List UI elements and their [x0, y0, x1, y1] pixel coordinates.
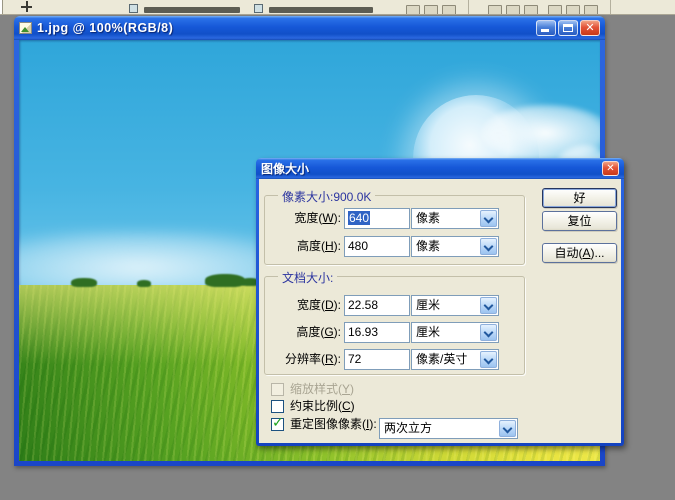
- resample-image-checkbox[interactable]: ✓: [271, 418, 284, 431]
- pixel-height-label: 高度(H):: [267, 236, 341, 257]
- pixel-width-input[interactable]: 640: [344, 208, 410, 229]
- pixel-height-row: 高度(H): 480 像素: [265, 236, 524, 257]
- tree-graphic: [137, 280, 151, 287]
- doc-width-row: 宽度(D): 22.58 厘米: [265, 295, 524, 316]
- scale-styles-option: ✓ 缩放样式(Y): [271, 382, 354, 398]
- pixel-height-input[interactable]: 480: [344, 236, 410, 257]
- tree-graphic: [71, 278, 97, 287]
- maximize-icon: [563, 24, 573, 32]
- pixel-dimensions-label: 像素大小:900.0K: [278, 188, 375, 205]
- constrain-proportions-checkbox[interactable]: ✓: [271, 400, 284, 413]
- doc-height-unit-select[interactable]: 厘米: [411, 322, 499, 343]
- doc-height-row: 高度(G): 16.93 厘米: [265, 322, 524, 343]
- dialog-title: 图像大小: [261, 160, 309, 177]
- toolbar-separator: [468, 0, 469, 15]
- toolbar-icon[interactable]: [406, 5, 420, 15]
- doc-height-input[interactable]: 16.93: [344, 322, 410, 343]
- minimize-icon: [541, 29, 549, 32]
- scale-styles-checkbox[interactable]: ✓: [271, 383, 284, 396]
- pixel-width-row: 宽度(W): 640 像素: [265, 208, 524, 229]
- toolbar-icon[interactable]: [566, 5, 580, 15]
- reset-button[interactable]: 复位: [542, 211, 617, 231]
- toolbar-icon[interactable]: [442, 5, 456, 15]
- document-size-group: 文档大小: 宽度(D): 22.58 厘米 高度(G): 16.93 厘米 分辨…: [264, 276, 525, 375]
- close-button[interactable]: ✕: [580, 20, 600, 36]
- chevron-down-icon[interactable]: [499, 420, 516, 437]
- doc-height-label: 高度(G):: [267, 322, 341, 343]
- toolbar-checkbox[interactable]: [129, 4, 138, 13]
- minimize-button[interactable]: [536, 20, 556, 36]
- resample-image-label: 重定图像像素(I):: [290, 417, 377, 431]
- tree-graphic: [205, 274, 245, 287]
- image-size-dialog: 图像大小 ✕ 像素大小:900.0K 宽度(W): 640 像素 高度(H): …: [256, 158, 624, 446]
- resample-image-option: ✓ 重定图像像素(I):: [271, 417, 377, 433]
- check-icon: ✓: [272, 415, 284, 430]
- toolbar-icon[interactable]: [21, 1, 32, 12]
- pixel-width-label: 宽度(W):: [267, 208, 341, 229]
- dialog-close-button[interactable]: ✕: [602, 161, 619, 176]
- toolbar-checkbox[interactable]: [254, 4, 263, 13]
- resolution-label: 分辨率(R):: [267, 349, 341, 370]
- maximize-button[interactable]: [558, 20, 578, 36]
- toolbar-label: [144, 7, 240, 13]
- ok-button[interactable]: 好: [542, 188, 617, 208]
- toolbar-icon[interactable]: [424, 5, 438, 15]
- document-size-label: 文档大小:: [278, 269, 337, 286]
- photoshop-workspace: 1.jpg @ 100%(RGB/8) ✕ 图像大小 ✕: [0, 0, 675, 500]
- pixel-width-unit-select[interactable]: 像素: [411, 208, 499, 229]
- pixel-height-unit-select[interactable]: 像素: [411, 236, 499, 257]
- resample-method-select[interactable]: 两次立方: [379, 418, 518, 439]
- image-window-titlebar[interactable]: 1.jpg @ 100%(RGB/8) ✕: [14, 16, 605, 40]
- constrain-proportions-label: 约束比例(C): [290, 399, 355, 413]
- chevron-down-icon[interactable]: [480, 238, 497, 255]
- chevron-down-icon[interactable]: [480, 210, 497, 227]
- toolbar-icon[interactable]: [506, 5, 520, 15]
- doc-width-input[interactable]: 22.58: [344, 295, 410, 316]
- resolution-input[interactable]: 72: [344, 349, 410, 370]
- toolbar-icon[interactable]: [548, 5, 562, 15]
- scale-styles-label: 缩放样式(Y): [290, 382, 354, 396]
- pixel-dimensions-group: 像素大小:900.0K 宽度(W): 640 像素 高度(H): 480 像素: [264, 195, 525, 265]
- chevron-down-icon[interactable]: [480, 324, 497, 341]
- doc-width-unit-select[interactable]: 厘米: [411, 295, 499, 316]
- constrain-proportions-option: ✓ 约束比例(C): [271, 399, 355, 415]
- doc-width-label: 宽度(D):: [267, 295, 341, 316]
- palette-edge: [0, 0, 3, 14]
- resolution-row: 分辨率(R): 72 像素/英寸: [265, 349, 524, 370]
- toolbar-icon[interactable]: [488, 5, 502, 15]
- resolution-unit-select[interactable]: 像素/英寸: [411, 349, 499, 370]
- toolbar-icon[interactable]: [524, 5, 538, 15]
- toolbar-separator: [610, 0, 611, 15]
- toolbar-icon[interactable]: [584, 5, 598, 15]
- image-file-icon: [19, 22, 32, 34]
- chevron-down-icon[interactable]: [480, 297, 497, 314]
- window-controls: ✕: [536, 20, 600, 36]
- dialog-body: 像素大小:900.0K 宽度(W): 640 像素 高度(H): 480 像素 …: [259, 179, 621, 443]
- auto-button[interactable]: 自动(A)...: [542, 243, 617, 263]
- image-window-title: 1.jpg @ 100%(RGB/8): [37, 21, 173, 35]
- options-bar: [0, 0, 675, 15]
- dialog-titlebar[interactable]: 图像大小 ✕: [256, 158, 624, 179]
- chevron-down-icon[interactable]: [480, 351, 497, 368]
- toolbar-label: [269, 7, 373, 13]
